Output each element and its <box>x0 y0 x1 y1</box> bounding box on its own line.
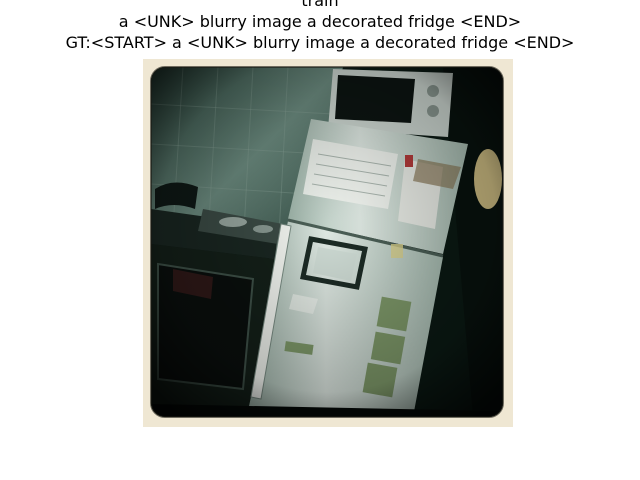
ground-truth-caption: GT:<START> a <UNK> blurry image a decora… <box>65 33 575 52</box>
prediction-caption: a <UNK> blurry image a decorated fridge … <box>118 12 522 31</box>
figure: train a <UNK> blurry image a decorated f… <box>0 0 640 480</box>
figure-title: train <box>301 0 339 10</box>
photo-illustration <box>150 66 504 418</box>
photo <box>143 59 513 427</box>
